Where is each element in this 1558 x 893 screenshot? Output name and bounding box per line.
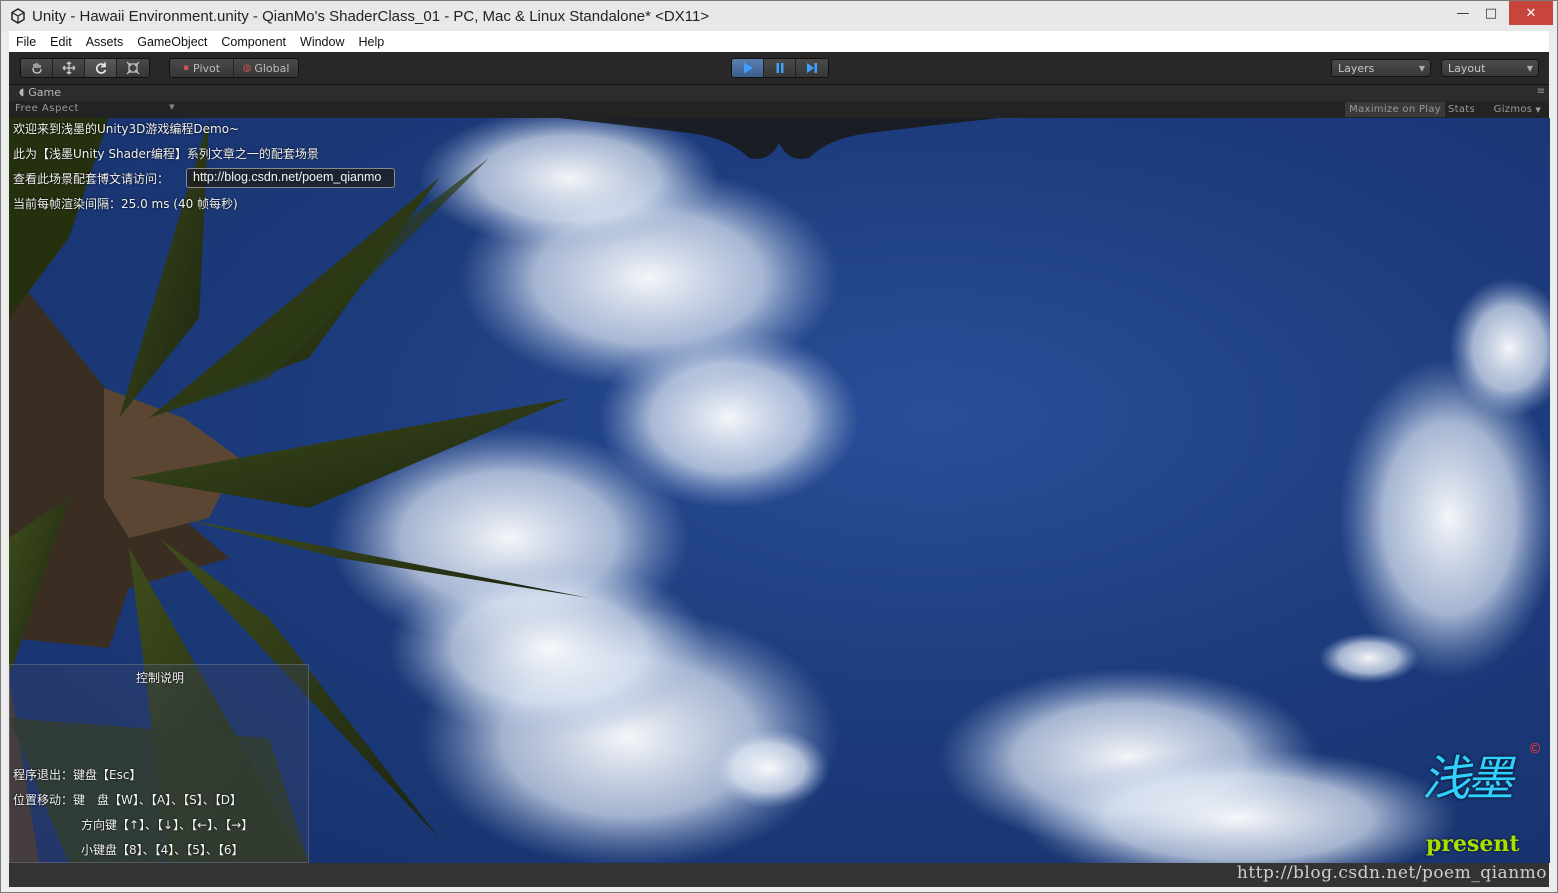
playback-controls	[731, 58, 829, 78]
step-button[interactable]	[796, 59, 828, 77]
control-line-exit: 程序退出：键盘【Esc】	[13, 768, 142, 782]
pause-button[interactable]	[764, 59, 796, 77]
control-line-move: 位置移动：键 盘【W】、【A】、【S】、【D】	[13, 793, 242, 807]
step-icon	[807, 63, 817, 73]
play-icon	[743, 62, 753, 74]
chevron-down-icon: ▼	[1418, 64, 1425, 73]
scale-tool-button[interactable]	[117, 59, 149, 77]
watermark-text: http://blog.csdn.net/poem_qianmo	[1236, 863, 1547, 883]
menu-gameobject[interactable]: GameObject	[130, 35, 214, 49]
unity-window: Unity - Hawaii Environment.unity - QianM…	[0, 0, 1558, 893]
control-line-numpad: 小键盘【8】、【4】、【5】、【6】	[81, 843, 244, 857]
menu-bar: File Edit Assets GameObject Component Wi…	[9, 31, 1549, 52]
pivot-icon: ▪	[182, 63, 190, 73]
rotate-tool-button[interactable]	[85, 59, 117, 77]
window-title: Unity - Hawaii Environment.unity - QianM…	[32, 7, 710, 25]
cloud-layer	[329, 118, 1550, 863]
move-tool-button[interactable]	[53, 59, 85, 77]
pivot-button[interactable]: ▪ Pivot	[170, 59, 234, 77]
global-label: Global	[254, 61, 290, 75]
main-toolbar: ▪ Pivot ◍ Global Layers ▼ Layout ▼	[9, 52, 1549, 85]
control-line-arrows: 方向键【↑】、【↓】、【←】、【→】	[81, 818, 254, 832]
visit-label: 查看此场景配套博文请访问：	[13, 172, 170, 186]
minimize-button[interactable]: —	[1449, 1, 1477, 25]
title-bar: Unity - Hawaii Environment.unity - QianM…	[1, 1, 1557, 31]
chevron-down-icon: ▼	[1526, 64, 1533, 73]
rotate-icon	[95, 62, 106, 74]
welcome-text: 欢迎来到浅墨的Unity3D游戏编程Demo~	[13, 122, 240, 136]
copyright-icon: ©	[1528, 741, 1542, 757]
chevron-down-icon: ▼	[169, 103, 175, 111]
menu-window[interactable]: Window	[293, 35, 351, 49]
transform-tools	[20, 58, 150, 78]
controls-title: 控制说明	[135, 671, 184, 685]
unity-logo-icon	[11, 8, 25, 24]
qianmo-present-logo: 浅墨 © present	[1422, 741, 1542, 859]
aspect-label: Free Aspect	[15, 103, 79, 114]
game-view-toolbar: Free Aspect ▼ Maximize on Play Stats Giz…	[9, 101, 1549, 118]
hand-tool-button[interactable]	[21, 59, 53, 77]
play-button[interactable]	[732, 59, 764, 77]
layers-dropdown[interactable]: Layers ▼	[1331, 59, 1431, 77]
menu-assets[interactable]: Assets	[79, 35, 131, 49]
gizmos-label: Gizmos	[1493, 104, 1533, 115]
tab-game[interactable]: ◖ Game	[19, 86, 61, 99]
stats-toggle[interactable]: Stats	[1444, 102, 1479, 117]
menu-edit[interactable]: Edit	[43, 35, 79, 49]
close-button[interactable]: ✕	[1509, 1, 1553, 25]
pacman-icon: ◖	[19, 87, 25, 98]
tab-game-label: Game	[28, 86, 62, 99]
menu-help[interactable]: Help	[351, 35, 391, 49]
aspect-dropdown[interactable]: Free Aspect ▼	[15, 103, 175, 114]
menu-file[interactable]: File	[9, 35, 43, 49]
pivot-label: Pivot	[193, 61, 221, 75]
blog-url-field[interactable]: http://blog.csdn.net/poem_qianmo	[186, 168, 395, 188]
globe-icon: ◍	[242, 62, 252, 74]
tab-menu-icon[interactable]: ≡	[1537, 86, 1545, 97]
frame-time-text: 当前每帧渲染间隔：25.0 ms (40 帧每秒)	[13, 197, 238, 211]
global-button[interactable]: ◍ Global	[234, 59, 298, 77]
scale-icon	[126, 61, 140, 75]
layout-dropdown[interactable]: Layout ▼	[1441, 59, 1539, 77]
hand-icon	[31, 63, 42, 74]
menu-component[interactable]: Component	[214, 35, 293, 49]
controls-panel: 控制说明	[9, 664, 309, 863]
series-text: 此为【浅墨Unity Shader编程】系列文章之一的配套场景	[13, 147, 319, 161]
chevron-down-icon: ▼	[1535, 105, 1541, 114]
layout-label: Layout	[1448, 61, 1486, 75]
game-tab-header: ◖ Game ≡	[9, 85, 1549, 101]
game-viewport[interactable]: 欢迎来到浅墨的Unity3D游戏编程Demo~ 此为【浅墨Unity Shade…	[9, 118, 1550, 863]
layers-label: Layers	[1338, 61, 1375, 75]
maximize-on-play-toggle[interactable]: Maximize on Play	[1345, 102, 1445, 117]
logo-present: present	[1426, 831, 1520, 857]
maximize-button[interactable]: □	[1477, 1, 1505, 25]
pause-icon	[776, 63, 783, 73]
pivot-toggles: ▪ Pivot ◍ Global	[169, 58, 299, 78]
logo-glyph: 浅墨	[1422, 751, 1514, 807]
gizmos-dropdown[interactable]: Gizmos ▼	[1490, 102, 1545, 117]
move-icon	[62, 61, 75, 75]
